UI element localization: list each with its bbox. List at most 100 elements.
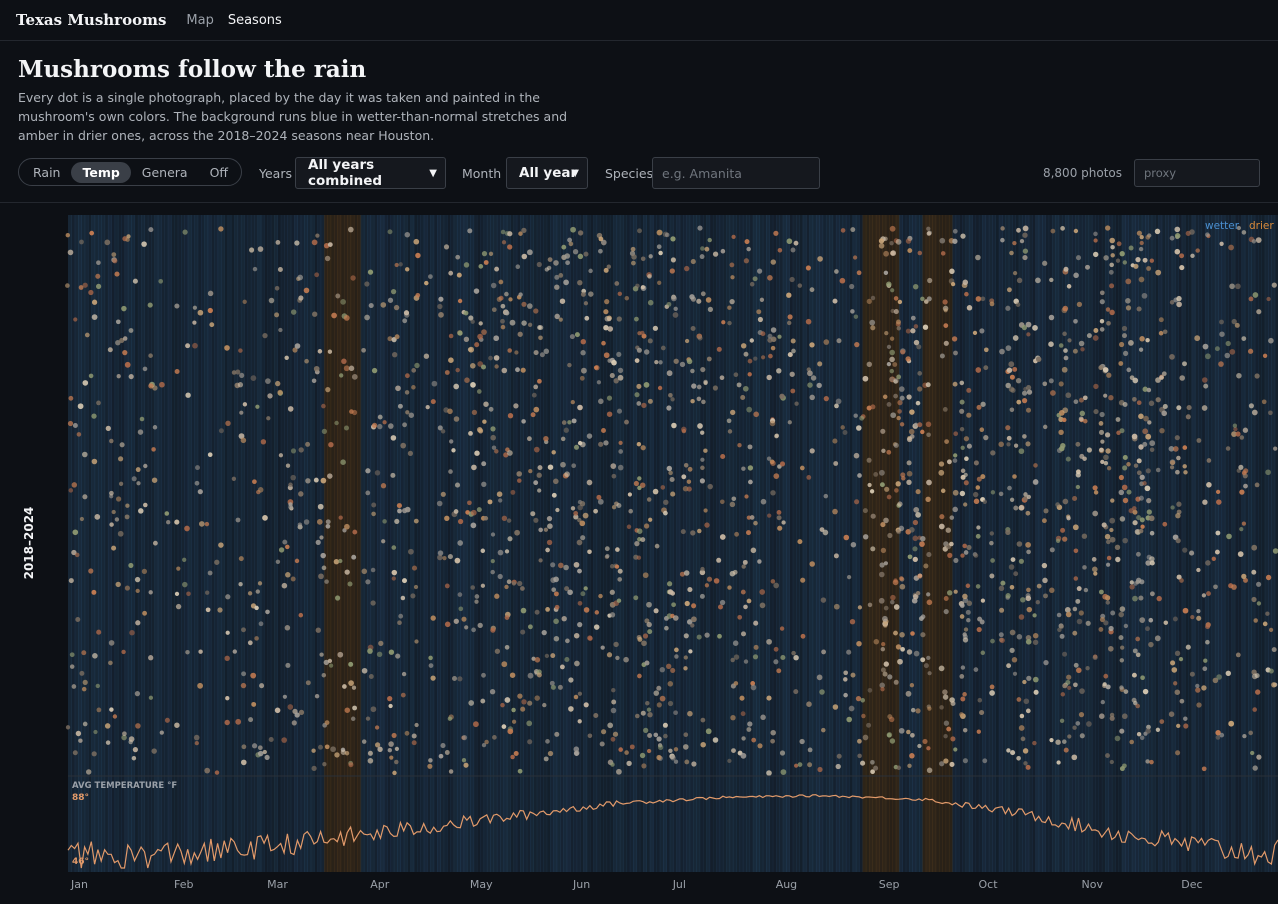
photo-dot bbox=[1073, 548, 1079, 554]
photo-dot bbox=[1121, 713, 1128, 720]
photo-dot bbox=[1105, 225, 1111, 231]
photo-dot bbox=[691, 616, 697, 623]
photo-dot bbox=[881, 641, 886, 647]
photo-dot bbox=[915, 512, 921, 518]
photo-dot bbox=[884, 486, 890, 492]
photo-dot bbox=[1055, 739, 1061, 745]
photo-dot bbox=[949, 268, 955, 275]
photo-dot bbox=[561, 616, 567, 622]
mode-off-button[interactable]: Off bbox=[199, 162, 239, 183]
photo-dot bbox=[109, 522, 114, 527]
photo-dot bbox=[480, 548, 486, 554]
photo-dot bbox=[1093, 409, 1099, 415]
photo-dot bbox=[896, 765, 902, 771]
photo-dot bbox=[713, 578, 720, 584]
chevron-down-icon: ▼ bbox=[429, 167, 437, 179]
photo-dot bbox=[1136, 470, 1142, 476]
photo-dot bbox=[1048, 341, 1054, 347]
species-input[interactable] bbox=[652, 157, 820, 189]
years-select[interactable]: All years combined ▼ bbox=[295, 157, 446, 189]
nav-link-map[interactable]: Map bbox=[186, 13, 213, 28]
photo-dot bbox=[577, 719, 582, 724]
photo-dot bbox=[1114, 735, 1121, 742]
mode-rain-button[interactable]: Rain bbox=[22, 162, 71, 183]
photo-dot bbox=[631, 254, 637, 260]
photo-dot bbox=[377, 423, 383, 430]
photo-dot bbox=[1219, 319, 1224, 325]
photo-dot bbox=[641, 763, 647, 769]
photo-dot bbox=[1010, 557, 1016, 562]
photo-dot bbox=[743, 659, 749, 664]
photo-dot bbox=[867, 687, 873, 693]
photo-dot bbox=[448, 333, 454, 339]
photo-dot bbox=[257, 246, 264, 252]
photo-dot bbox=[1098, 429, 1105, 435]
photo-dot bbox=[732, 640, 739, 646]
photo-dot bbox=[424, 280, 429, 286]
photo-dot bbox=[311, 378, 317, 384]
photo-dot bbox=[673, 747, 679, 752]
nav-link-seasons[interactable]: Seasons bbox=[228, 13, 282, 28]
photo-dot bbox=[752, 654, 759, 660]
photo-dot bbox=[321, 565, 327, 571]
photo-dot bbox=[328, 663, 334, 668]
photo-dot bbox=[878, 238, 885, 244]
brand-logo[interactable]: Texas Mushrooms bbox=[16, 11, 166, 29]
photo-dot bbox=[883, 517, 889, 524]
photo-dot bbox=[1041, 562, 1048, 569]
photo-dot bbox=[546, 265, 552, 271]
photo-dot bbox=[461, 758, 467, 763]
photo-dot bbox=[82, 721, 88, 727]
photo-dot bbox=[973, 460, 979, 466]
photo-dot bbox=[1105, 562, 1111, 567]
photo-dot bbox=[671, 602, 676, 608]
photo-dot bbox=[148, 353, 153, 358]
photo-dot bbox=[342, 684, 347, 689]
photo-dot bbox=[504, 697, 511, 703]
photo-dot bbox=[440, 491, 446, 497]
photo-dot bbox=[730, 409, 736, 416]
photo-dot bbox=[670, 491, 676, 497]
photo-dot bbox=[341, 358, 347, 365]
photo-dot bbox=[979, 709, 985, 716]
photo-dot bbox=[563, 427, 569, 433]
mode-temp-button[interactable]: Temp bbox=[71, 161, 131, 183]
photo-dot bbox=[194, 480, 200, 486]
photo-dot bbox=[940, 488, 946, 494]
photo-dot bbox=[437, 303, 443, 310]
photo-dot bbox=[640, 710, 646, 716]
photo-dot bbox=[1015, 378, 1022, 384]
photo-dot bbox=[68, 488, 74, 493]
photo-dot bbox=[691, 761, 697, 767]
photo-dot bbox=[470, 319, 475, 324]
photo-dot bbox=[740, 631, 747, 637]
photo-dot bbox=[906, 394, 912, 400]
photo-dot bbox=[910, 328, 916, 334]
photo-dot bbox=[773, 230, 779, 236]
photo-dot bbox=[1000, 237, 1005, 243]
photo-dot bbox=[972, 491, 979, 498]
photo-dot bbox=[748, 479, 753, 485]
photo-dot bbox=[1256, 601, 1262, 606]
photo-dot bbox=[1078, 340, 1085, 347]
photo-dot bbox=[770, 579, 776, 584]
photo-dot bbox=[640, 256, 646, 262]
proxy-input[interactable] bbox=[1134, 159, 1260, 187]
photo-dot bbox=[1196, 567, 1201, 573]
photo-dot bbox=[225, 594, 231, 600]
photo-dot bbox=[797, 762, 803, 767]
photo-dot bbox=[734, 531, 740, 537]
photo-dot bbox=[143, 463, 148, 469]
photo-dot bbox=[252, 479, 257, 485]
photo-dot bbox=[960, 468, 966, 474]
mode-genera-button[interactable]: Genera bbox=[131, 162, 199, 183]
photo-dot bbox=[889, 241, 894, 246]
photo-dot bbox=[404, 373, 410, 379]
month-select[interactable]: All year ▼ bbox=[506, 157, 588, 189]
photo-dot bbox=[143, 502, 148, 508]
photo-dot bbox=[1122, 260, 1127, 265]
photo-dot bbox=[751, 737, 757, 743]
photo-dot bbox=[209, 322, 215, 328]
photo-dot bbox=[274, 285, 280, 291]
photo-dot bbox=[879, 482, 885, 488]
